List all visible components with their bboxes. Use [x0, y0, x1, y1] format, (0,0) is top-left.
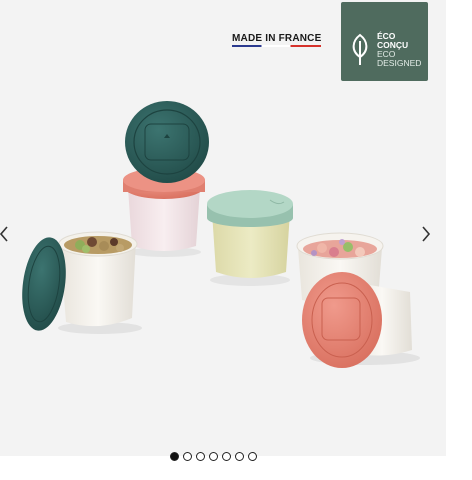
carousel-dot-7[interactable] [248, 452, 257, 461]
product-image-gallery: MADE IN FRANCE ÉCO CONÇU ECO DESIGNED [0, 0, 446, 456]
carousel-dot-1[interactable] [170, 452, 179, 461]
carousel-dot-2[interactable] [183, 452, 192, 461]
nuts-jar [58, 231, 138, 327]
leaf-icon [352, 33, 368, 65]
teal-lid-top [125, 101, 209, 183]
carousel-dot-6[interactable] [235, 452, 244, 461]
carousel-dot-4[interactable] [209, 452, 218, 461]
made-in-france-text: MADE IN FRANCE [232, 33, 322, 44]
carousel-dot-3[interactable] [196, 452, 205, 461]
next-slide-button[interactable] [416, 222, 436, 246]
previous-slide-button[interactable] [0, 222, 14, 246]
chevron-right-icon [422, 226, 431, 242]
made-in-france-badge: MADE IN FRANCE [232, 33, 322, 47]
carousel-dot-5[interactable] [222, 452, 231, 461]
eco-line-4: DESIGNED [377, 58, 422, 68]
french-flag-underline [232, 45, 322, 47]
chevron-left-icon [0, 226, 8, 242]
carousel-pagination [170, 452, 257, 461]
coral-lid-jar [302, 272, 412, 368]
yellow-jar [207, 190, 293, 278]
eco-designed-badge: ÉCO CONÇU ECO DESIGNED [341, 2, 428, 81]
